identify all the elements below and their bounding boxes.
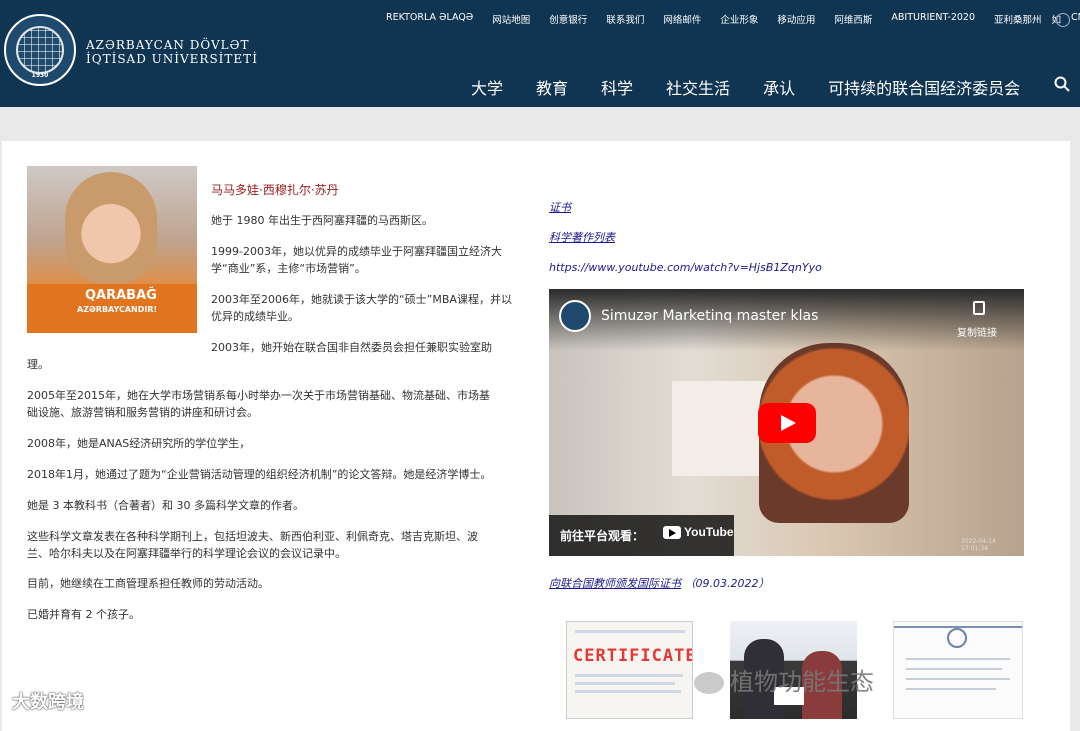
nav-education[interactable]: 教育 xyxy=(536,75,568,99)
university-name-line2: İQTİSAD UNİVERSİTETİ xyxy=(86,52,258,66)
top-link-sitemap[interactable]: 网站地图 xyxy=(492,12,530,26)
scientific-works-link[interactable]: 科学著作列表 xyxy=(549,229,615,245)
youtube-video-player[interactable]: Simuzər Marketinq master klas 复制链接 前往平台观… xyxy=(549,289,1024,556)
bio-paragraph: 目前，她继续在工商管理系担任教师的劳动活动。 xyxy=(27,577,269,590)
top-link-avisis[interactable]: 阿维西斯 xyxy=(834,12,872,26)
bio-paragraph: 这些科学文章发表在各种科学期刊上，包括坦波夫、新西伯利亚、利佩奇克、塔吉克斯坦、… xyxy=(27,530,478,543)
university-name-line1: AZƏRBAYCAN DÖVLƏT xyxy=(86,38,250,52)
bio-paragraph: 1999-2003年，她以优异的成绩毕业于阿塞拜疆国立经济大 xyxy=(211,245,502,258)
top-link-webmail[interactable]: 网络邮件 xyxy=(663,12,701,26)
bio-paragraph: 学“商业”系，主修“市场营销”。 xyxy=(211,262,366,275)
top-link-contact[interactable]: 联系我们 xyxy=(606,12,644,26)
university-logo[interactable]: 1930 xyxy=(4,14,76,86)
bio-paragraph: 她于 1980 年出生于西阿塞拜疆的马西斯区。 xyxy=(211,214,433,227)
bio-paragraph: 础设施、旅游营销和服务营销的讲座和研讨会。 xyxy=(27,406,258,419)
thumb-line xyxy=(906,678,1010,680)
watermark-right: 植物功能生态 xyxy=(694,662,874,697)
top-link-mobile-app[interactable]: 移动应用 xyxy=(777,12,815,26)
thumb-line xyxy=(575,682,675,685)
nav-science[interactable]: 科学 xyxy=(601,75,633,99)
wechat-icon xyxy=(694,672,724,694)
nav-accreditation[interactable]: 承认 xyxy=(763,75,795,99)
main-nav: 大学 教育 科学 社交生活 承认 可持续的联合国经济委员会 xyxy=(471,75,1053,99)
thumb-line xyxy=(575,630,685,633)
profile-photo: QARABAĞ AZƏRBAYCANDIR! xyxy=(27,166,197,333)
bio-paragraph: 已婚并育有 2 个孩子。 xyxy=(27,608,140,621)
thumb-line xyxy=(906,658,1010,660)
bio-paragraph: 优异的成绩毕业。 xyxy=(211,310,299,323)
watermark-right-text: 植物功能生态 xyxy=(730,668,874,696)
portrait-face xyxy=(65,172,157,284)
certificate-caption: 向联合国教师颁发国际证书 （09.03.2022） xyxy=(549,575,769,591)
top-link-idea-bank[interactable]: 创意银行 xyxy=(549,12,587,26)
video-title[interactable]: Simuzər Marketinq master klas xyxy=(601,308,818,324)
bio-paragraph: 2018年1月，她通过了题为“企业营销活动管理的组织经济机制”的论文答辩。她是经… xyxy=(27,468,492,481)
certificate-word: CERTIFICATE xyxy=(573,646,693,666)
youtube-logo: YouTube xyxy=(663,525,734,540)
thumb-line xyxy=(906,668,1002,670)
bio-paragraph: 2008年，她是ANAS经济研究所的学位学生， xyxy=(27,437,251,450)
photo-text-karabakh: QARABAĞ xyxy=(85,288,157,303)
video-bookshelf xyxy=(672,381,772,476)
copy-link-icon[interactable] xyxy=(973,301,985,315)
bio-paragraph: 理。 xyxy=(27,358,49,371)
caption-date: （09.03.2022） xyxy=(684,577,770,590)
copy-link-label[interactable]: 复制链接 xyxy=(957,324,997,339)
un-certificate-link[interactable]: 向联合国教师颁发国际证书 xyxy=(549,577,681,590)
bio-paragraph: 2003年至2006年，她就读于该大学的“硕士”MBA课程，并以 xyxy=(211,293,512,306)
bio-paragraph: 2005年至2015年，她在大学市场营销系每小时举办一次关于市场营销基础、物流基… xyxy=(27,389,490,402)
person-name: 马马多娃·西穆扎尔·苏丹 xyxy=(211,183,339,197)
bio-paragraph: 2003年，她开始在联合国非自然委员会担任兼职实验室助 xyxy=(211,341,492,354)
photo-text-azerbaijan: AZƏRBAYCANDIR! xyxy=(77,305,158,314)
bio-paragraph: 兰、哈尔科夫以及在阿塞拜疆举行的科学理论会议的会议记录中。 xyxy=(27,547,346,560)
certificate-thumbnail[interactable]: CERTIFICATE xyxy=(566,621,693,719)
seal-icon xyxy=(947,628,967,648)
logo-year: 1930 xyxy=(31,72,49,79)
play-button-icon[interactable] xyxy=(758,403,816,443)
nav-un-sustainable[interactable]: 可持续的联合国经济委员会 xyxy=(828,75,1020,99)
bio-paragraph: 她是 3 本教科书（合著者）和 30 多篇科学文章的作者。 xyxy=(27,499,304,512)
nav-university[interactable]: 大学 xyxy=(471,75,503,99)
thumb-line xyxy=(575,690,681,693)
search-icon[interactable] xyxy=(1054,76,1070,92)
top-link-lang-cn[interactable]: CN xyxy=(1071,12,1080,26)
certificate-link[interactable]: 证书 xyxy=(549,199,571,215)
top-link-abiturient[interactable]: ABITURIENT-2020 xyxy=(891,12,975,26)
youtube-url-link[interactable]: https://www.youtube.com/watch?v=HjsB1Zqn… xyxy=(549,261,822,274)
top-link-lang-az[interactable]: 亚利桑那州 xyxy=(994,12,1042,26)
thumb-line xyxy=(906,688,996,690)
site-header: 1930 AZƏRBAYCAN DÖVLƏT İQTİSAD UNİVERSİT… xyxy=(0,0,1080,107)
language-globe-icon[interactable] xyxy=(1056,13,1070,27)
thumb-line xyxy=(575,674,683,677)
university-name[interactable]: AZƏRBAYCAN DÖVLƏT İQTİSAD UNİVERSİTETİ xyxy=(86,38,258,66)
video-timestamp: 2022-04-14 17:01:34 xyxy=(961,538,996,552)
nav-social-life[interactable]: 社交生活 xyxy=(666,75,730,99)
watermark-left: 大数跨境 xyxy=(12,692,84,713)
watch-on-label: 前往平台观看： xyxy=(560,529,645,543)
top-utility-nav: REKTORLA ƏLAQƏ 网站地图 创意银行 联系我们 网络邮件 企业形象 … xyxy=(386,12,1080,26)
youtube-label: YouTube xyxy=(684,525,734,539)
youtube-play-icon xyxy=(663,526,681,540)
channel-avatar[interactable] xyxy=(559,300,591,332)
watch-on-youtube-button[interactable]: 前往平台观看： YouTube xyxy=(549,515,734,556)
globe-emblem-icon xyxy=(16,26,64,74)
top-link-rector[interactable]: REKTORLA ƏLAQƏ xyxy=(386,12,473,26)
top-link-corporate-image[interactable]: 企业形象 xyxy=(720,12,758,26)
certificate-thumbnail-2[interactable] xyxy=(893,621,1023,719)
